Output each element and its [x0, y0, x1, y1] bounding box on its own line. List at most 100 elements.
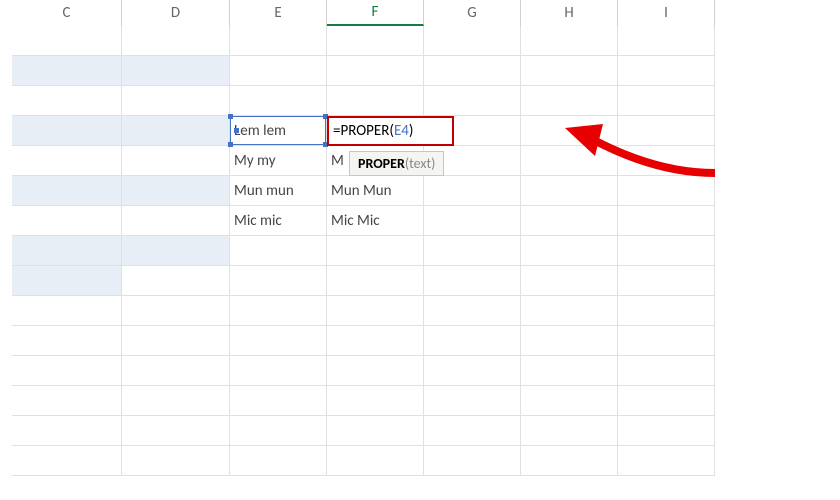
cell[interactable]: [424, 236, 521, 266]
cell[interactable]: [12, 26, 122, 56]
cell[interactable]: [327, 56, 424, 86]
cell[interactable]: [230, 446, 327, 476]
cell[interactable]: [618, 266, 715, 296]
cell[interactable]: [618, 326, 715, 356]
cell[interactable]: [327, 296, 424, 326]
cell[interactable]: [230, 356, 327, 386]
cell[interactable]: [122, 146, 230, 176]
cell-f7[interactable]: Mic Mic: [327, 206, 424, 236]
col-header-f[interactable]: F: [327, 0, 424, 26]
cell[interactable]: [618, 26, 715, 56]
cell[interactable]: [230, 326, 327, 356]
cell[interactable]: [327, 356, 424, 386]
cell[interactable]: [12, 236, 122, 266]
cell[interactable]: [521, 86, 618, 116]
cell[interactable]: [12, 446, 122, 476]
cell[interactable]: [618, 386, 715, 416]
cell[interactable]: [521, 26, 618, 56]
cell[interactable]: [12, 146, 122, 176]
cell[interactable]: [424, 356, 521, 386]
cell[interactable]: [327, 326, 424, 356]
cell-f4-editing[interactable]: =PROPER(E4) PROPER(text): [327, 116, 454, 146]
cell[interactable]: [230, 416, 327, 446]
cell[interactable]: [618, 56, 715, 86]
cell[interactable]: [424, 266, 521, 296]
cell[interactable]: [327, 416, 424, 446]
col-header-g[interactable]: G: [424, 0, 521, 26]
cell[interactable]: [327, 386, 424, 416]
cell[interactable]: [230, 56, 327, 86]
cell[interactable]: [521, 266, 618, 296]
cell[interactable]: [521, 446, 618, 476]
cell[interactable]: [122, 296, 230, 326]
cell[interactable]: [230, 236, 327, 266]
cell[interactable]: [230, 386, 327, 416]
cell-e5[interactable]: My my: [230, 146, 327, 176]
cell[interactable]: [12, 386, 122, 416]
cell[interactable]: [12, 56, 122, 86]
cell[interactable]: [521, 206, 618, 236]
cell[interactable]: [618, 206, 715, 236]
cell[interactable]: [424, 446, 521, 476]
cell[interactable]: [12, 176, 122, 206]
cell[interactable]: [12, 116, 122, 146]
col-header-e[interactable]: E: [230, 0, 327, 26]
cell[interactable]: [618, 236, 715, 266]
cell[interactable]: [521, 296, 618, 326]
cell[interactable]: [12, 266, 122, 296]
cell[interactable]: [424, 206, 521, 236]
cell[interactable]: [122, 446, 230, 476]
cell-e6[interactable]: Mun mun: [230, 176, 327, 206]
cell[interactable]: [12, 326, 122, 356]
cell[interactable]: [122, 266, 230, 296]
col-header-c[interactable]: C: [12, 0, 122, 26]
cell[interactable]: [327, 446, 424, 476]
function-tooltip[interactable]: PROPER(text): [349, 151, 444, 176]
cell[interactable]: [122, 116, 230, 146]
cell[interactable]: [230, 26, 327, 56]
cell[interactable]: [122, 416, 230, 446]
cell[interactable]: [327, 86, 424, 116]
cell[interactable]: [424, 296, 521, 326]
cell[interactable]: [618, 296, 715, 326]
cell[interactable]: [618, 356, 715, 386]
cell[interactable]: [327, 236, 424, 266]
cell[interactable]: [424, 26, 521, 56]
cell[interactable]: [424, 86, 521, 116]
cell[interactable]: [424, 176, 521, 206]
cell[interactable]: [122, 56, 230, 86]
cell[interactable]: [521, 356, 618, 386]
cell[interactable]: [122, 26, 230, 56]
cell[interactable]: [122, 236, 230, 266]
cell[interactable]: [230, 296, 327, 326]
cell[interactable]: [230, 86, 327, 116]
cell-e7[interactable]: Mic mic: [230, 206, 327, 236]
col-header-i[interactable]: I: [618, 0, 715, 26]
cell[interactable]: [12, 86, 122, 116]
cell[interactable]: [618, 416, 715, 446]
col-header-h[interactable]: H: [521, 0, 618, 26]
cell[interactable]: [12, 416, 122, 446]
cell[interactable]: [521, 386, 618, 416]
cell-f6[interactable]: Mun Mun: [327, 176, 424, 206]
cell[interactable]: [327, 26, 424, 56]
cell[interactable]: [521, 56, 618, 86]
cell[interactable]: [618, 446, 715, 476]
cell[interactable]: [424, 56, 521, 86]
cell[interactable]: [122, 326, 230, 356]
cell[interactable]: [12, 356, 122, 386]
cell[interactable]: [424, 416, 521, 446]
cell[interactable]: [122, 176, 230, 206]
cell[interactable]: [122, 386, 230, 416]
col-header-d[interactable]: D: [122, 0, 230, 26]
cell[interactable]: [230, 266, 327, 296]
cell[interactable]: [122, 356, 230, 386]
cell[interactable]: [424, 326, 521, 356]
cell[interactable]: [122, 206, 230, 236]
cell[interactable]: [122, 86, 230, 116]
cell[interactable]: [618, 86, 715, 116]
cell[interactable]: [327, 266, 424, 296]
cell[interactable]: [521, 416, 618, 446]
cell[interactable]: [12, 206, 122, 236]
cell-e4[interactable]: Lem lem: [230, 116, 327, 146]
